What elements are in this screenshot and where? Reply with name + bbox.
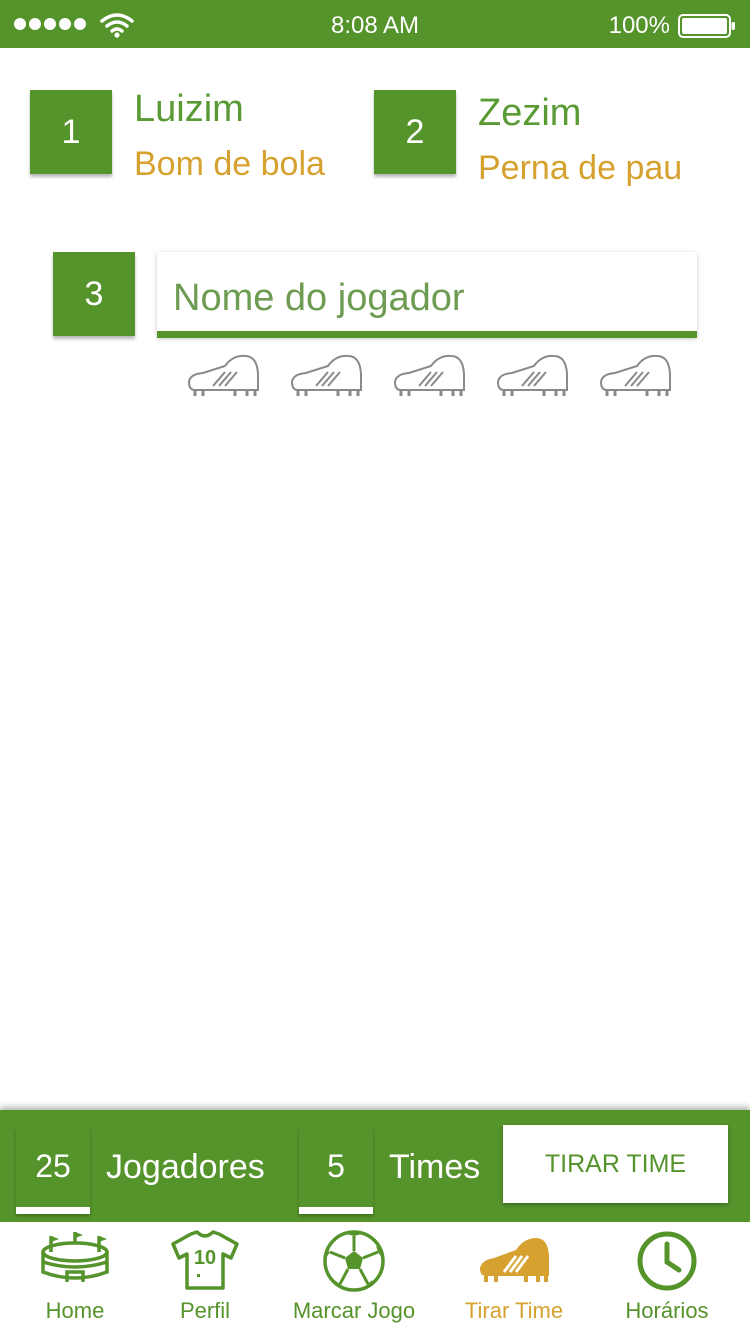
- tab-label: Marcar Jogo: [292, 1298, 416, 1323]
- tab-horarios[interactable]: Horários: [612, 1222, 722, 1334]
- jersey-icon: 10: [171, 1230, 239, 1290]
- cleat-rating-star-icon[interactable]: [494, 352, 569, 400]
- clock-icon: [637, 1231, 697, 1291]
- tab-label: Tirar Time: [464, 1298, 564, 1323]
- player-number-badge: 2: [374, 90, 456, 174]
- battery-icon: [678, 14, 735, 38]
- tab-home[interactable]: Home: [30, 1222, 120, 1334]
- cleat-rating-star-icon[interactable]: [185, 352, 260, 400]
- tab-perfil[interactable]: 10 Perfil: [160, 1222, 250, 1334]
- stadium-icon: [41, 1232, 109, 1282]
- player-name-input[interactable]: [157, 252, 697, 338]
- tab-label: Home: [45, 1298, 105, 1323]
- battery-percentage: 100%: [608, 12, 670, 39]
- cleat-rating-star-icon[interactable]: [391, 352, 466, 400]
- team-draw-bar: 25 Jogadores 5 Times TIRAR TIME: [0, 1110, 750, 1222]
- player-name: Zezim: [478, 92, 582, 134]
- tab-label: Horários: [625, 1298, 709, 1323]
- cleat-rating-star-icon[interactable]: [597, 352, 672, 400]
- player-skill: Perna de pau: [478, 149, 683, 187]
- player-number-badge: 1: [30, 90, 112, 174]
- player-skill: Bom de bola: [134, 145, 325, 183]
- cleat-icon: [480, 1238, 549, 1282]
- tab-bar: Home 10 Perfil Marcar Jogo Tirar Time Ho…: [0, 1222, 750, 1334]
- draw-teams-button[interactable]: TIRAR TIME: [503, 1125, 728, 1203]
- status-bar: 8:08 AM 100%: [0, 0, 750, 48]
- skill-rating: [185, 352, 672, 400]
- soccer-ball-icon: [323, 1230, 385, 1292]
- players-count-label: Jogadores: [106, 1148, 265, 1186]
- teams-count[interactable]: 5: [299, 1128, 373, 1214]
- tab-tirar-time[interactable]: Tirar Time: [458, 1222, 570, 1334]
- svg-text:10: 10: [194, 1247, 216, 1269]
- new-player-number-badge: 3: [53, 252, 135, 336]
- cleat-rating-star-icon[interactable]: [288, 352, 363, 400]
- teams-count-label: Times: [389, 1148, 481, 1186]
- tab-marcar-jogo[interactable]: Marcar Jogo: [288, 1222, 420, 1334]
- players-count: 25: [16, 1128, 90, 1214]
- tab-label: Perfil: [179, 1298, 231, 1323]
- player-name: Luizim: [134, 88, 244, 130]
